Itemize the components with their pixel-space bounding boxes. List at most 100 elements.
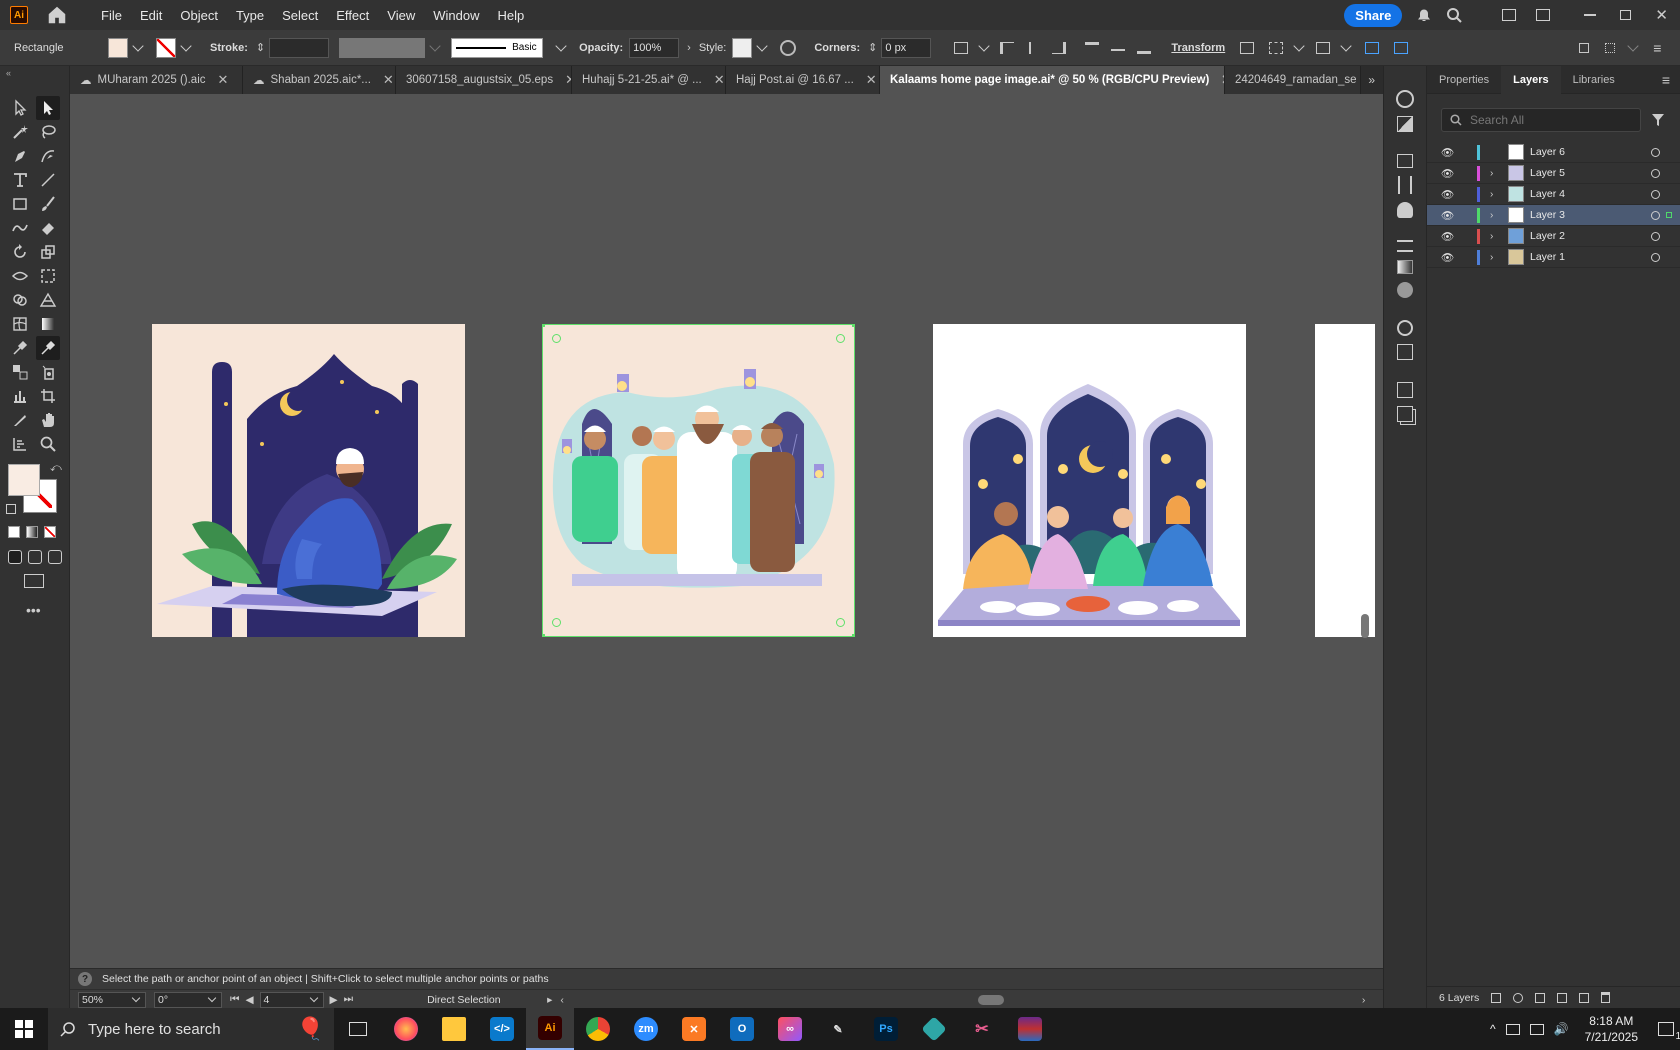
chevron-right-icon[interactable]: ›: [1490, 231, 1500, 242]
default-colors-icon[interactable]: [6, 504, 16, 514]
network-icon[interactable]: [1529, 1023, 1544, 1035]
symbol-sprayer-tool[interactable]: [36, 360, 60, 384]
taskbar-search-input[interactable]: Type here to search 🎈: [48, 1008, 334, 1050]
filter-icon[interactable]: [1651, 113, 1665, 127]
gradient-tool[interactable]: [36, 312, 60, 336]
close-tab-icon[interactable]: ✕: [383, 72, 394, 88]
menu-effect[interactable]: Effect: [327, 8, 378, 23]
eyedropper-tool[interactable]: [8, 336, 32, 360]
chevron-right-icon[interactable]: ›: [1490, 252, 1500, 263]
recolor-icon[interactable]: [780, 39, 797, 56]
draw-normal-icon[interactable]: [8, 550, 22, 564]
target-icon[interactable]: [1651, 147, 1660, 157]
brush-definition[interactable]: Basic: [451, 37, 544, 58]
panel-menu-icon[interactable]: ≡: [1662, 72, 1670, 88]
first-artboard-icon[interactable]: ⏮: [230, 993, 239, 1006]
swatches-icon[interactable]: [1397, 154, 1413, 168]
illustrator-taskbar-icon[interactable]: Ai: [526, 1008, 574, 1050]
gem-app-icon[interactable]: [910, 1008, 958, 1050]
selection-handle[interactable]: [542, 324, 545, 327]
chevron-down-icon[interactable]: [555, 39, 567, 52]
layers-search-input[interactable]: Search All: [1441, 108, 1641, 132]
rectangle-tool[interactable]: [8, 192, 32, 216]
eye-icon[interactable]: 👁: [1441, 230, 1461, 243]
chevron-down-icon[interactable]: [1627, 39, 1639, 52]
rotation-field[interactable]: 0°: [154, 991, 222, 1008]
zoom-field[interactable]: 50%: [78, 991, 146, 1008]
minimize-icon[interactable]: [1584, 14, 1597, 16]
artboard-partial[interactable]: [1315, 324, 1375, 637]
menu-file[interactable]: File: [92, 8, 131, 23]
eye-icon[interactable]: 👁: [1441, 209, 1461, 222]
selection-handle[interactable]: [852, 634, 855, 637]
tray-chevron-icon[interactable]: ^: [1490, 1022, 1496, 1036]
tab-kalaams-home[interactable]: Kalaams home page image.ai* @ 50 % (RGB/…: [880, 66, 1225, 94]
control-menu-icon[interactable]: [1600, 39, 1620, 57]
edit-toolbar-icon[interactable]: •••: [26, 602, 41, 618]
firefox-icon[interactable]: [382, 1008, 430, 1050]
print-tiling-tool[interactable]: [8, 432, 32, 456]
chevron-right-icon[interactable]: ›: [1490, 210, 1500, 221]
clock-time[interactable]: 8:18 AM: [1589, 1013, 1633, 1029]
corner-widget[interactable]: [836, 618, 845, 627]
puppet-warp-icon[interactable]: [1266, 39, 1286, 57]
file-explorer-icon[interactable]: [430, 1008, 478, 1050]
layer-row-3[interactable]: 👁 › Layer 3: [1427, 205, 1680, 226]
new-layer-icon[interactable]: [1579, 992, 1590, 1003]
isolate-icon[interactable]: [1237, 39, 1257, 57]
last-artboard-icon[interactable]: ⏭: [344, 993, 353, 1006]
chevron-down-icon[interactable]: [1340, 39, 1352, 52]
export-icon[interactable]: [1397, 382, 1413, 398]
shape-options-icon[interactable]: [951, 39, 971, 57]
corner-widget[interactable]: [552, 334, 561, 343]
corner-widget[interactable]: [836, 334, 845, 343]
layer-row-5[interactable]: 👁 › Layer 5: [1427, 163, 1680, 184]
chevron-down-icon[interactable]: [132, 39, 144, 52]
fill-color-swatch[interactable]: [8, 464, 40, 496]
chevron-down-icon[interactable]: [978, 39, 991, 52]
color-mode-icon[interactable]: [8, 526, 20, 538]
hand-tool[interactable]: [36, 408, 60, 432]
pen-tool[interactable]: [8, 144, 32, 168]
close-tab-icon[interactable]: ✕: [565, 72, 571, 88]
opacity-field[interactable]: 100%: [629, 37, 680, 58]
chrome-icon[interactable]: [574, 1008, 622, 1050]
transform-label[interactable]: Transform: [1171, 42, 1225, 54]
artboard-prayer[interactable]: [152, 324, 465, 637]
target-icon[interactable]: [1651, 189, 1660, 199]
winrar-icon[interactable]: [1006, 1008, 1054, 1050]
shape-builder-tool[interactable]: [8, 288, 32, 312]
tab-augustsix[interactable]: 30607158_augustsix_05.eps✕: [396, 66, 572, 94]
target-icon[interactable]: [1651, 252, 1660, 262]
properties-panel-icon[interactable]: [1397, 116, 1413, 132]
shaper-tool[interactable]: [8, 216, 32, 240]
stroke-weight-field[interactable]: [269, 37, 330, 58]
tab-huhajj[interactable]: Huhajj 5-21-25.ai* @ ... ✕: [572, 66, 726, 94]
tab-muharam[interactable]: ☁ MUharam 2025 ().aic ✕: [70, 66, 243, 94]
screen-mode-icon[interactable]: [24, 574, 44, 588]
corners-field[interactable]: 0 px: [881, 37, 932, 58]
column-graph-tool[interactable]: [8, 384, 32, 408]
share-button[interactable]: Share: [1344, 3, 1403, 27]
canvas[interactable]: [70, 94, 1375, 968]
creative-cloud-icon[interactable]: ∞: [766, 1008, 814, 1050]
draw-behind-icon[interactable]: [28, 550, 42, 564]
perspective-grid-tool[interactable]: [36, 288, 60, 312]
brushes-icon[interactable]: [1398, 176, 1412, 194]
align-center-icon[interactable]: [1023, 39, 1043, 57]
paintbrush-tool[interactable]: [36, 192, 60, 216]
bell-icon[interactable]: [1416, 7, 1432, 23]
tab-layers[interactable]: Layers: [1501, 65, 1561, 94]
align-middle-icon[interactable]: [1108, 39, 1128, 57]
menu-object[interactable]: Object: [171, 8, 227, 23]
layer-row-6[interactable]: 👁 Layer 6: [1427, 142, 1680, 163]
align-right-icon[interactable]: [1049, 39, 1069, 57]
selection-bounding-box[interactable]: [542, 324, 855, 637]
align-bottom-icon[interactable]: [1134, 39, 1154, 57]
more-tabs-icon[interactable]: »: [1368, 73, 1375, 87]
close-tab-icon[interactable]: ✕: [218, 72, 229, 88]
menu-select[interactable]: Select: [273, 8, 327, 23]
trash-icon[interactable]: [1601, 992, 1611, 1003]
xampp-icon[interactable]: ✕: [670, 1008, 718, 1050]
vscode-icon[interactable]: </>: [478, 1008, 526, 1050]
